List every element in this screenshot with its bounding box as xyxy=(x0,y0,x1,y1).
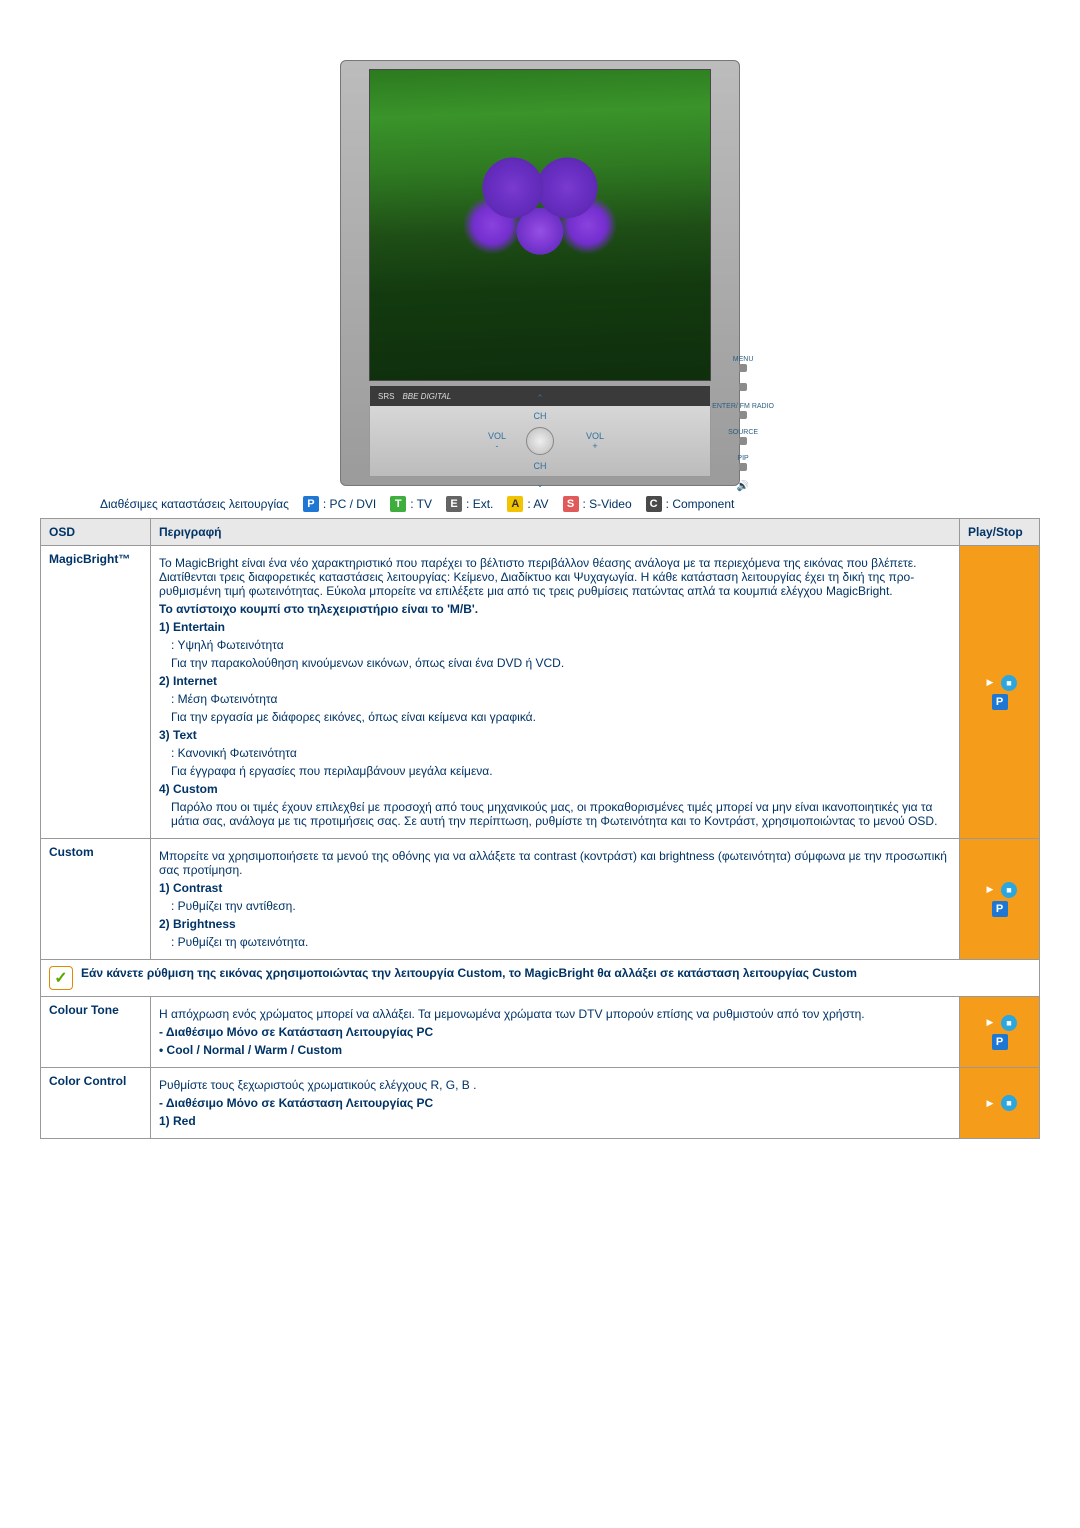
custom-i1-title: 1) Contrast xyxy=(159,881,951,895)
enter-button-label: ENTER/ FM RADIO xyxy=(712,403,774,420)
colour-tone-intro: Η απόχρωση ενός χρώματος μπορεί να αλλάξ… xyxy=(159,1007,951,1021)
play-icon[interactable]: ▶ xyxy=(982,675,998,691)
custom-name: Custom xyxy=(41,839,151,960)
magicbright-remote: Το αντίστοιχο κουμπί στο τηλεχειριστήριο… xyxy=(159,602,951,616)
color-control-i1-title: 1) Red xyxy=(159,1114,951,1128)
color-control-desc: Ρυθμίστε τους ξεχωριστούς χρωματικούς ελ… xyxy=(151,1068,960,1139)
mode-component: C : Component xyxy=(646,496,735,512)
row-note: ✓ Εάν κάνετε ρύθμιση της εικόνας χρησιμο… xyxy=(41,960,1040,997)
colour-tone-playstop: ▶ ■ P xyxy=(960,997,1040,1068)
mode-ext-label: : Ext. xyxy=(466,497,493,511)
stop-icon[interactable]: ■ xyxy=(1001,1015,1017,1031)
mode-tv-label: : TV xyxy=(410,497,432,511)
p-badge-icon: P xyxy=(992,901,1008,917)
mode-ext: E : Ext. xyxy=(446,496,493,512)
p-badge-icon: P xyxy=(992,694,1008,710)
custom-intro: Μπορείτε να χρησιμοποιήσετε τα μενού της… xyxy=(159,849,951,877)
p-badge-icon: P xyxy=(992,1034,1008,1050)
color-control-playstop: ▶ ■ xyxy=(960,1068,1040,1139)
osd-table: OSD Περιγραφή Play/Stop MagicBright™ Το … xyxy=(40,518,1040,1139)
e-icon: E xyxy=(446,496,462,512)
color-control-intro: Ρυθμίστε τους ξεχωριστούς χρωματικούς ελ… xyxy=(159,1078,951,1092)
mb-i1-title: 1) Entertain xyxy=(159,620,951,634)
mb-i3-a: : Κανονική Φωτεινότητα xyxy=(171,746,951,760)
p-icon: P xyxy=(303,496,319,512)
mode-component-label: : Component xyxy=(666,497,735,511)
custom-i2-title: 2) Brightness xyxy=(159,917,951,931)
stop-icon[interactable]: ■ xyxy=(1001,675,1017,691)
t-icon: T xyxy=(390,496,406,512)
magicbright-desc: Το MagicBright είναι ένα νέο χαρακτηριστ… xyxy=(151,546,960,839)
menu-button-label: MENU xyxy=(712,356,774,373)
mb-i2-b: Για την εργασία με διάφορες εικόνες, όπω… xyxy=(171,710,951,724)
colour-tone-n2: • Cool / Normal / Warm / Custom xyxy=(159,1043,951,1057)
pip-button-label: PIP xyxy=(712,455,774,472)
vol-plus-label: VOL+ xyxy=(586,431,604,451)
modes-legend: Διαθέσιμες καταστάσεις λειτουργίας P : P… xyxy=(100,496,1040,512)
row-magicbright: MagicBright™ Το MagicBright είναι ένα νέ… xyxy=(41,546,1040,839)
s-icon: S xyxy=(563,496,579,512)
mode-av-label: : AV xyxy=(527,497,548,511)
header-play: Play/Stop xyxy=(960,519,1040,546)
check-icon: ✓ xyxy=(49,966,73,990)
colour-tone-desc: Η απόχρωση ενός χρώματος μπορεί να αλλάξ… xyxy=(151,997,960,1068)
mb-i1-a: : Υψηλή Φωτεινότητα xyxy=(171,638,951,652)
mode-pc-label: : PC / DVI xyxy=(323,497,376,511)
mb-i2-a: : Μέση Φωτεινότητα xyxy=(171,692,951,706)
a-icon: A xyxy=(507,496,523,512)
mode-tv: T : TV xyxy=(390,496,432,512)
mb-i3-title: 3) Text xyxy=(159,728,951,742)
custom-playstop: ▶ ■ P xyxy=(960,839,1040,960)
row-custom: Custom Μπορείτε να χρησιμοποιήσετε τα με… xyxy=(41,839,1040,960)
stop-icon[interactable]: ■ xyxy=(1001,882,1017,898)
custom-i2-a: : Ρυθμίζει τη φωτεινότητα. xyxy=(171,935,951,949)
colour-tone-n1: - Διαθέσιμο Μόνο σε Κατάσταση Λειτουργία… xyxy=(159,1025,951,1039)
ch-up-label: ⌃CH xyxy=(526,389,554,425)
header-desc: Περιγραφή xyxy=(151,519,960,546)
blank-button xyxy=(712,382,774,394)
modes-label: Διαθέσιμες καταστάσεις λειτουργίας xyxy=(100,497,289,511)
mb-i4-title: 4) Custom xyxy=(159,782,951,796)
note-text: Εάν κάνετε ρύθμιση της εικόνας χρησιμοπο… xyxy=(81,966,857,980)
monitor-illustration: SRS BBE DIGITAL VOL- ⌃CH CH⌄ VOL+ MENU E… xyxy=(340,60,740,486)
magicbright-playstop: ▶ ■ P xyxy=(960,546,1040,839)
monitor-screen xyxy=(369,69,711,381)
ch-down-label: CH⌄ xyxy=(526,457,554,493)
magicbright-name: MagicBright™ xyxy=(41,546,151,839)
custom-i1-a: : Ρυθμίζει την αντίθεση. xyxy=(171,899,951,913)
monitor-controls: VOL- ⌃CH CH⌄ VOL+ xyxy=(369,406,711,477)
stop-icon[interactable]: ■ xyxy=(1001,1095,1017,1111)
colour-tone-name: Colour Tone xyxy=(41,997,151,1068)
source-button-label: SOURCE xyxy=(712,429,774,446)
mb-i2-title: 2) Internet xyxy=(159,674,951,688)
row-color-control: Color Control Ρυθμίστε τους ξεχωριστούς … xyxy=(41,1068,1040,1139)
srs-logo: SRS xyxy=(378,392,394,401)
mb-i1-b: Για την παρακολούθηση κινούμενων εικόνων… xyxy=(171,656,951,670)
mode-av: A : AV xyxy=(507,496,548,512)
mode-svideo-label: : S-Video xyxy=(583,497,632,511)
color-control-n1: - Διαθέσιμο Μόνο σε Κατάσταση Λειτουργία… xyxy=(159,1096,951,1110)
color-control-name: Color Control xyxy=(41,1068,151,1139)
mode-pc: P : PC / DVI xyxy=(303,496,376,512)
mb-i3-b: Για έγγραφα ή εργασίες που περιλαμβάνουν… xyxy=(171,764,951,778)
play-icon[interactable]: ▶ xyxy=(982,1015,998,1031)
table-header-row: OSD Περιγραφή Play/Stop xyxy=(41,519,1040,546)
play-icon[interactable]: ▶ xyxy=(982,1095,998,1111)
speaker-icon: 🔊 xyxy=(712,481,774,492)
row-colour-tone: Colour Tone Η απόχρωση ενός χρώματος μπο… xyxy=(41,997,1040,1068)
header-osd: OSD xyxy=(41,519,151,546)
mb-i4-a: Παρόλο που οι τιμές έχουν επιλεχθεί με π… xyxy=(171,800,951,828)
magicbright-intro: Το MagicBright είναι ένα νέο χαρακτηριστ… xyxy=(159,556,951,598)
side-buttons: MENU ENTER/ FM RADIO SOURCE PIP 🔊 xyxy=(712,356,774,492)
c-icon: C xyxy=(646,496,662,512)
play-icon[interactable]: ▶ xyxy=(982,882,998,898)
bbe-logo: BBE DIGITAL xyxy=(402,392,451,401)
power-button xyxy=(526,427,554,455)
vol-minus-label: VOL- xyxy=(488,431,506,451)
custom-desc: Μπορείτε να χρησιμοποιήσετε τα μενού της… xyxy=(151,839,960,960)
mode-svideo: S : S-Video xyxy=(563,496,632,512)
